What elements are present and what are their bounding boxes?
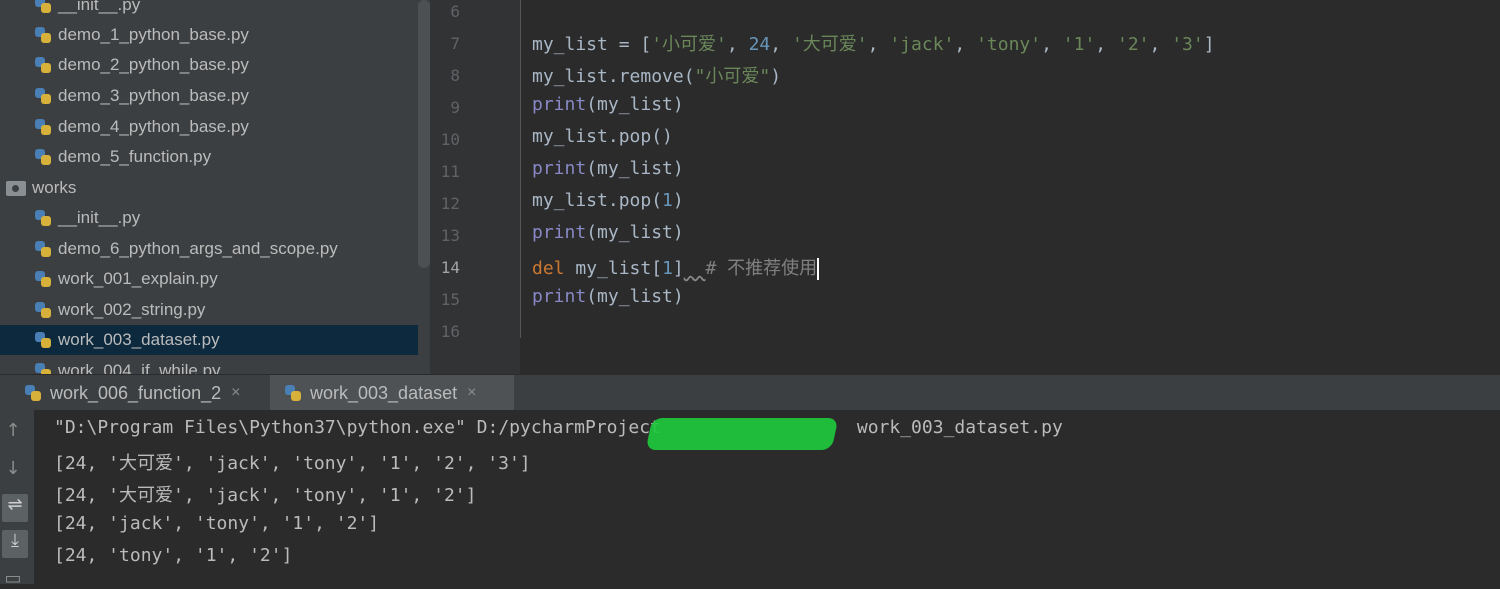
tree-folder-works[interactable]: works [0,173,418,203]
run-tab-bar: work_006_function_2 × work_003_dataset × [0,374,1500,411]
console-output-line: [24, 'tony', '1', '2'] [54,545,293,566]
line-number: 9 [450,98,460,117]
console-output-line: [24, 'jack', 'tony', '1', '2'] [54,513,380,534]
close-icon[interactable]: × [231,384,240,402]
tree-item-works-init-py[interactable]: __init__.py [0,203,418,233]
pep8-warning-squiggle [684,258,706,279]
python-file-icon [34,148,52,166]
code-line-7[interactable]: my_list = ['小可爱', 24, '大可爱', 'jack', 'to… [532,30,1215,56]
python-file-icon [34,240,52,258]
folder-icon [6,180,26,196]
tree-item-work-003[interactable]: work_003_dataset.py [0,325,418,355]
arrow-up-icon[interactable]: ↑ [0,420,26,441]
editor-fold-separator [520,0,521,338]
line-number-current: 14 [440,258,460,277]
python-icon [284,384,302,402]
tree-item-demo-3[interactable]: demo_3_python_base.py [0,81,418,111]
python-file-icon [34,362,52,374]
tree-item-demo-4[interactable]: demo_4_python_base.py [0,112,418,142]
soft-wrap-icon[interactable]: ⇌ [2,494,28,522]
arrow-down-icon[interactable]: ↓ [0,458,26,479]
python-file-icon [34,87,52,105]
python-file-icon [34,26,52,44]
code-line-8[interactable]: my_list.remove("小可爱") [532,62,781,88]
tree-item-demo-5[interactable]: demo_5_function.py [0,142,418,172]
python-file-icon [34,118,52,136]
line-number: 13 [440,226,460,245]
console-command-line: "D:\Program Files\Python37\python.exe" D… [54,417,1063,438]
code-line-12[interactable]: my_list.pop(1) [532,190,684,211]
console-toolbar: ↑ ↓ ⇌ ⤓ ▭ [0,410,34,589]
editor-gutter: 6 7 8 9 10 11 12 13 14 15 16 [430,0,520,374]
tree-item-demo-2[interactable]: demo_2_python_base.py [0,50,418,80]
close-icon[interactable]: × [467,384,476,402]
tab-work-006-function-2[interactable]: work_006_function_2 × [24,375,262,411]
line-number: 7 [450,34,460,53]
redaction-scribble [645,418,839,450]
console-output-line: [24, '大可爱', 'jack', 'tony', '1', '2', '3… [54,453,531,474]
line-number: 16 [440,322,460,341]
tree-scrollbar[interactable] [418,0,430,268]
code-line-9[interactable]: print(my_list) [532,94,684,115]
print-icon[interactable]: ▭ [0,568,26,589]
python-file-icon [34,0,52,14]
line-number: 15 [440,290,460,309]
tree-item-init-py[interactable]: __init__.py [0,0,418,20]
line-number: 6 [450,2,460,21]
console-output[interactable]: "D:\Program Files\Python37\python.exe" D… [34,410,1500,584]
tree-item-demo-1[interactable]: demo_1_python_base.py [0,20,418,50]
scroll-to-end-icon[interactable]: ⤓ [2,530,28,558]
tab-work-003-dataset[interactable]: work_003_dataset × [270,375,514,411]
python-file-icon [34,331,52,349]
code-line-13[interactable]: print(my_list) [532,222,684,243]
python-file-icon [34,209,52,227]
line-number: 12 [440,194,460,213]
code-line-14[interactable]: del my_list[1] # 不推荐使用 [532,254,820,280]
project-tree: __init__.py demo_1_python_base.py demo_2… [0,0,430,374]
python-file-icon [34,270,52,288]
tree-item-work-004[interactable]: work_004_if_while.py [0,356,418,374]
code-line-10[interactable]: my_list.pop() [532,126,673,147]
python-file-icon [34,56,52,74]
line-number: 11 [440,162,460,181]
tree-item-work-002[interactable]: work_002_string.py [0,295,418,325]
tree-item-demo-6[interactable]: demo_6_python_args_and_scope.py [0,234,418,264]
python-file-icon [34,301,52,319]
text-caret [817,258,820,280]
tree-item-work-001[interactable]: work_001_explain.py [0,264,418,294]
console-output-line: [24, '大可爱', 'jack', 'tony', '1', '2'] [54,485,477,506]
python-icon [24,384,42,402]
code-line-15[interactable]: print(my_list) [532,286,684,307]
code-line-11[interactable]: print(my_list) [532,158,684,179]
line-number: 8 [450,66,460,85]
line-number: 10 [440,130,460,149]
